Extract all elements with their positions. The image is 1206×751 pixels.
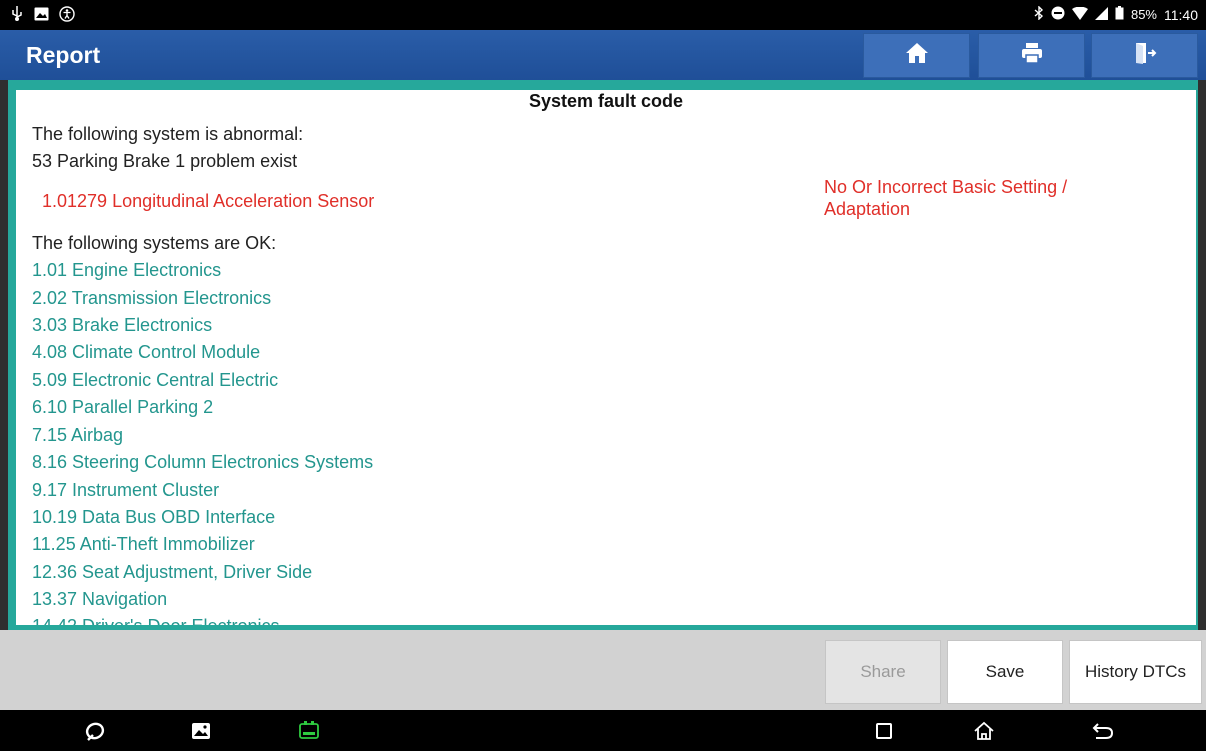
ok-system-item: 6.10 Parallel Parking 2 xyxy=(32,397,214,417)
battery-percent: 85% xyxy=(1130,7,1157,22)
ok-system-item: 5.09 Electronic Central Electric xyxy=(32,370,279,390)
section-title: System fault code xyxy=(528,91,684,111)
dnd-icon xyxy=(1051,6,1065,23)
abnormal-heading: The following system is abnormal: xyxy=(32,124,304,144)
image-notification-icon xyxy=(34,7,49,26)
app-bar: Report xyxy=(0,30,1206,80)
bluetooth-icon xyxy=(1034,5,1044,23)
usb-icon xyxy=(10,6,24,27)
abnormal-system: 53 Parking Brake 1 problem exist xyxy=(32,151,298,171)
share-button[interactable]: Share xyxy=(825,640,941,704)
ok-system-item: 11.25 Anti-Theft Immobilizer xyxy=(32,534,255,554)
report-content[interactable]: System fault code The following system i… xyxy=(16,90,1196,625)
ok-system-item: 9.17 Instrument Cluster xyxy=(32,480,220,500)
clock: 11:40 xyxy=(1164,6,1198,23)
ok-heading: The following systems are OK: xyxy=(32,233,277,253)
signal-icon xyxy=(1094,6,1108,23)
ok-system-item: 7.15 Airbag xyxy=(32,425,124,445)
ok-system-item: 8.16 Steering Column Electronics Systems xyxy=(32,452,374,472)
page-title: Report xyxy=(26,42,101,68)
recents-icon[interactable] xyxy=(871,718,897,744)
vci-icon[interactable] xyxy=(296,718,322,744)
ok-system-item: 14.42 Driver's Door Electronics xyxy=(32,616,280,625)
ok-system-item: 1.01 Engine Electronics xyxy=(32,260,222,280)
fault-description: No Or Incorrect Basic Setting / Adaptati… xyxy=(824,177,1068,219)
save-button[interactable]: Save xyxy=(947,640,1063,704)
ok-system-item: 10.19 Data Bus OBD Interface xyxy=(32,507,276,527)
print-button[interactable] xyxy=(978,33,1085,78)
ok-system-item: 12.36 Seat Adjustment, Driver Side xyxy=(32,562,313,582)
wifi-icon xyxy=(1071,6,1088,23)
ok-system-item: 3.03 Brake Electronics xyxy=(32,315,213,335)
history-dtcs-button[interactable]: History DTCs xyxy=(1069,640,1202,704)
gallery-icon[interactable] xyxy=(188,718,214,744)
home-icon xyxy=(905,42,929,69)
battery-icon xyxy=(1115,6,1124,23)
status-bar: 85% 11:40 xyxy=(0,0,1206,30)
browser-icon[interactable] xyxy=(82,718,108,744)
home-button[interactable] xyxy=(863,33,970,78)
ok-system-item: 2.02 Transmission Electronics xyxy=(32,288,272,308)
exit-icon xyxy=(1133,42,1157,69)
home-nav-icon[interactable] xyxy=(971,718,997,744)
exit-button[interactable] xyxy=(1091,33,1198,78)
ok-system-item: 4.08 Climate Control Module xyxy=(32,342,261,362)
back-icon[interactable] xyxy=(1090,718,1116,744)
ok-system-item: 13.37 Navigation xyxy=(32,589,168,609)
action-bar: Share Save History DTCs xyxy=(0,630,1206,710)
print-icon xyxy=(1020,42,1044,69)
system-nav-bar xyxy=(0,710,1206,751)
fault-code: 1.01279 Longitudinal Acceleration Sensor xyxy=(42,191,375,211)
report-frame: System fault code The following system i… xyxy=(8,80,1198,630)
accessibility-icon xyxy=(59,6,75,27)
